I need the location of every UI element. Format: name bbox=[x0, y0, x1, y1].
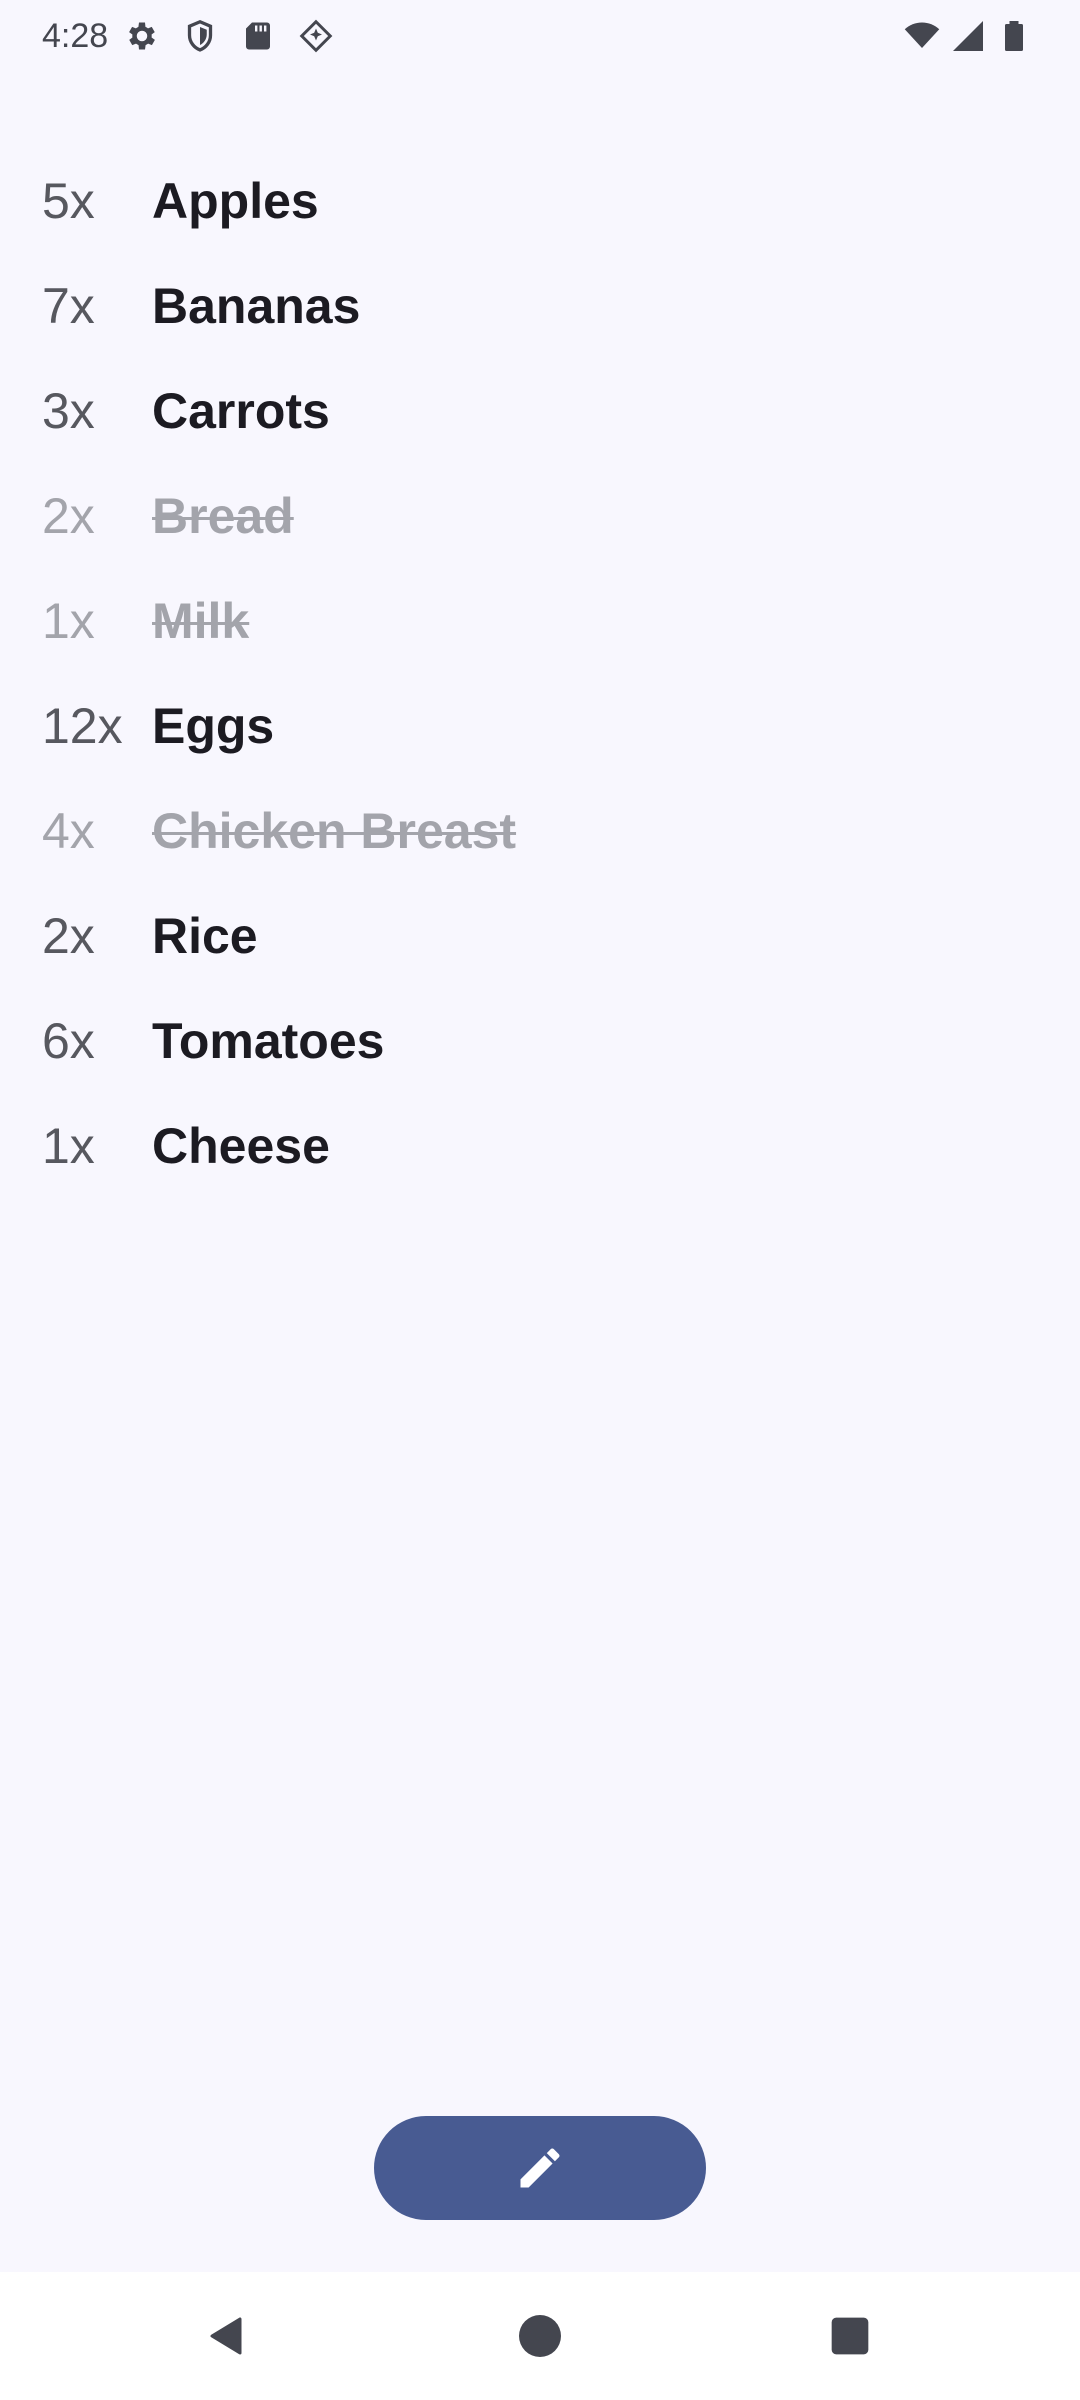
status-notification-icons bbox=[124, 18, 334, 54]
recents-icon bbox=[831, 2317, 869, 2355]
item-quantity: 12x bbox=[42, 697, 123, 754]
list-item[interactable]: 2x Bread bbox=[0, 463, 1080, 568]
item-quantity: 6x bbox=[42, 1012, 95, 1069]
list-item[interactable]: 12x Eggs bbox=[0, 673, 1080, 778]
list-item[interactable]: 5x Apples bbox=[0, 148, 1080, 253]
list-item[interactable]: 3x Carrots bbox=[0, 358, 1080, 463]
shopping-list: 5x Apples 7x Bananas 3x Carrots 2x Bread… bbox=[0, 148, 1080, 1198]
list-item[interactable]: 1x Cheese bbox=[0, 1093, 1080, 1198]
sd-card-icon bbox=[246, 22, 270, 50]
item-quantity: 3x bbox=[42, 382, 95, 439]
item-name: Cheese bbox=[152, 1117, 330, 1174]
item-name: Apples bbox=[152, 172, 319, 229]
item-name: Bread bbox=[152, 487, 294, 544]
item-name: Milk bbox=[152, 592, 250, 649]
item-quantity: 2x bbox=[42, 907, 95, 964]
item-quantity: 4x bbox=[42, 802, 95, 859]
item-quantity: 1x bbox=[42, 592, 95, 649]
diamond-icon bbox=[299, 19, 333, 53]
edit-pencil-icon bbox=[520, 2148, 560, 2188]
shield-icon bbox=[187, 19, 213, 52]
list-item[interactable]: 7x Bananas bbox=[0, 253, 1080, 358]
item-name: Tomatoes bbox=[152, 1012, 385, 1069]
status-time: 4:28 bbox=[42, 17, 109, 55]
item-name: Eggs bbox=[152, 697, 275, 754]
settings-icon bbox=[129, 22, 155, 50]
item-name: Chicken Breast bbox=[152, 802, 517, 859]
cell-signal-icon bbox=[953, 21, 983, 51]
list-item[interactable]: 6x Tomatoes bbox=[0, 988, 1080, 1093]
list-item[interactable]: 1x Milk bbox=[0, 568, 1080, 673]
back-button[interactable] bbox=[198, 2306, 258, 2366]
wifi-icon bbox=[904, 22, 940, 48]
list-item[interactable]: 2x Rice bbox=[0, 883, 1080, 988]
item-quantity: 7x bbox=[42, 277, 95, 334]
edit-button[interactable] bbox=[374, 2116, 706, 2220]
recents-button[interactable] bbox=[820, 2306, 880, 2366]
back-icon bbox=[210, 2317, 242, 2355]
status-system-icons bbox=[904, 18, 1032, 54]
home-button[interactable] bbox=[510, 2306, 570, 2366]
home-icon bbox=[519, 2315, 561, 2357]
item-quantity: 5x bbox=[42, 172, 95, 229]
battery-icon bbox=[1005, 21, 1023, 51]
item-quantity: 1x bbox=[42, 1117, 95, 1174]
list-item[interactable]: 4x Chicken Breast bbox=[0, 778, 1080, 883]
shopping-list-screen: 4:28 5x Apples 7x Bananas 3x Carrots 2x … bbox=[0, 0, 1080, 2400]
item-name: Bananas bbox=[152, 277, 361, 334]
item-name: Carrots bbox=[152, 382, 330, 439]
status-bar: 4:28 bbox=[0, 0, 1080, 72]
item-quantity: 2x bbox=[42, 487, 95, 544]
navigation-bar bbox=[0, 2272, 1080, 2400]
item-name: Rice bbox=[152, 907, 258, 964]
